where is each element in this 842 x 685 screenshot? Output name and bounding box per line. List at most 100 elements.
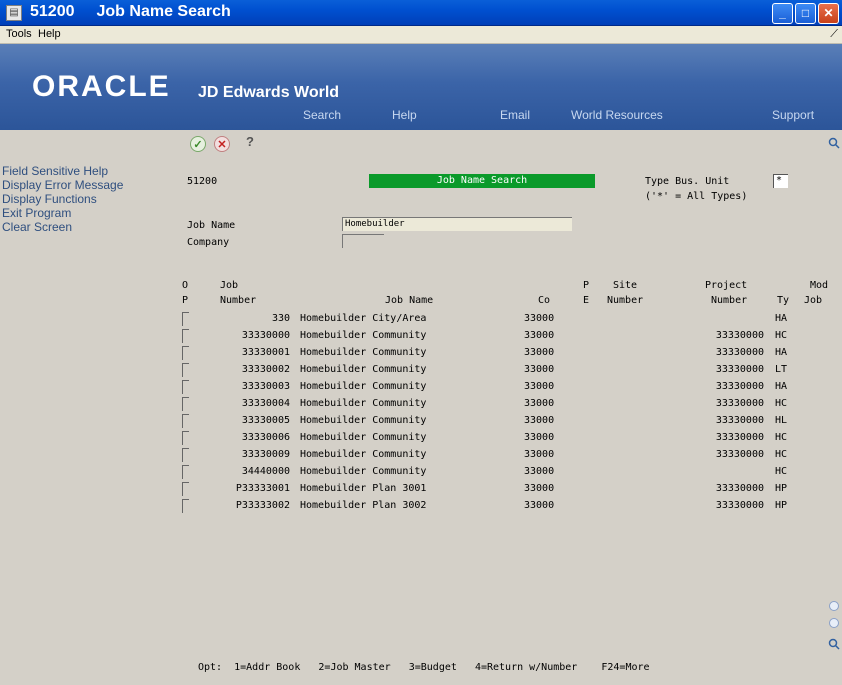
cell-job-number: 33330003 bbox=[241, 381, 290, 392]
cell-type: HA bbox=[775, 347, 788, 358]
table-row[interactable]: 34440000 Homebuilder Community 33000 HC bbox=[170, 464, 842, 481]
option-input[interactable] bbox=[182, 363, 189, 377]
maximize-icon[interactable]: □ bbox=[795, 3, 816, 24]
check-icon[interactable]: ✓ bbox=[190, 136, 206, 152]
cell-project-number: 33330000 bbox=[715, 415, 764, 426]
function-sidebar: Field Sensitive Help Display Error Messa… bbox=[0, 130, 170, 685]
cell-job-name: Homebuilder Community bbox=[300, 330, 427, 341]
col-header-job-name: Job Name bbox=[385, 295, 434, 306]
scroll-down-icon[interactable] bbox=[829, 618, 839, 628]
help-icon[interactable]: ? bbox=[242, 134, 258, 150]
nav-world-resources[interactable]: World Resources bbox=[571, 108, 663, 122]
job-name-label: Job Name bbox=[187, 220, 236, 231]
option-input[interactable] bbox=[182, 431, 189, 445]
cell-company: 33000 bbox=[524, 313, 555, 324]
col-header-op-top: O bbox=[182, 280, 189, 291]
table-row[interactable]: 33330000 Homebuilder Community 33000 333300… bbox=[170, 328, 842, 345]
scroll-up-icon[interactable] bbox=[829, 601, 839, 611]
col-header-pe-top: P bbox=[583, 280, 590, 291]
cell-company: 33000 bbox=[524, 500, 555, 511]
cell-job-name: Homebuilder Community bbox=[300, 398, 427, 409]
table-row[interactable]: P33333002 Homebuilder Plan 3002 33000 33330… bbox=[170, 498, 842, 515]
sidebar-item-error-message[interactable]: Display Error Message bbox=[2, 178, 123, 192]
app-icon[interactable]: ▤ bbox=[6, 5, 22, 21]
option-input[interactable] bbox=[182, 329, 189, 343]
screen-id: 51200 bbox=[187, 176, 218, 187]
cell-job-name: Homebuilder Community bbox=[300, 364, 427, 375]
cell-type: HC bbox=[775, 432, 788, 443]
cell-job-number: 34440000 bbox=[241, 466, 290, 477]
program-title: Job Name Search bbox=[96, 3, 231, 20]
nav-support[interactable]: Support bbox=[772, 108, 814, 122]
cell-company: 33000 bbox=[524, 347, 555, 358]
option-input[interactable] bbox=[182, 448, 189, 462]
product-name: JD Edwards World bbox=[198, 84, 340, 101]
table-row[interactable]: 33330002 Homebuilder Community 33000 333300… bbox=[170, 362, 842, 379]
nav-search[interactable]: Search bbox=[303, 108, 341, 122]
sidebar-item-field-help[interactable]: Field Sensitive Help bbox=[2, 164, 108, 178]
cell-job-name: Homebuilder Community bbox=[300, 432, 427, 443]
cell-company: 33000 bbox=[524, 330, 555, 341]
zoom-icon[interactable] bbox=[828, 638, 840, 650]
nav-help[interactable]: Help bbox=[392, 108, 417, 122]
option-input[interactable] bbox=[182, 346, 189, 360]
option-input[interactable] bbox=[182, 465, 189, 479]
col-header-mod-job: Job bbox=[804, 295, 823, 306]
sidebar-item-display-functions[interactable]: Display Functions bbox=[2, 192, 97, 206]
table-row[interactable]: 33330004 Homebuilder Community 33000 333300… bbox=[170, 396, 842, 413]
option-input[interactable] bbox=[182, 414, 189, 428]
type-bus-unit-hint: ('*' = All Types) bbox=[645, 191, 748, 202]
table-row[interactable]: 33330003 Homebuilder Community 33000 333300… bbox=[170, 379, 842, 396]
cell-project-number: 33330000 bbox=[715, 347, 764, 358]
cell-company: 33000 bbox=[524, 398, 555, 409]
cell-job-name: Homebuilder Community bbox=[300, 449, 427, 460]
option-input[interactable] bbox=[182, 482, 189, 496]
cell-company: 33000 bbox=[524, 466, 555, 477]
oracle-banner: ORACLE JD Edwards World Search Help Emai… bbox=[0, 44, 842, 130]
cell-job-number: 33330009 bbox=[241, 449, 290, 460]
cell-type: HA bbox=[775, 381, 788, 392]
cell-type: HC bbox=[775, 466, 788, 477]
cell-job-number: 33330006 bbox=[241, 432, 290, 443]
col-header-job-number: Number bbox=[220, 295, 257, 306]
cell-company: 33000 bbox=[524, 381, 555, 392]
sidebar-item-clear-screen[interactable]: Clear Screen bbox=[2, 220, 72, 234]
cell-project-number: 33330000 bbox=[715, 330, 764, 341]
job-name-input[interactable]: Homebuilder bbox=[342, 217, 572, 231]
cell-job-name: Homebuilder Community bbox=[300, 381, 427, 392]
type-bus-unit-input[interactable]: * bbox=[773, 174, 788, 188]
option-input[interactable] bbox=[182, 397, 189, 411]
col-header-co: Co bbox=[538, 295, 551, 306]
cell-job-number: 33330005 bbox=[241, 415, 290, 426]
table-row[interactable]: P33333001 Homebuilder Plan 3001 33000 33330… bbox=[170, 481, 842, 498]
table-row[interactable]: 33330005 Homebuilder Community 33000 333300… bbox=[170, 413, 842, 430]
cell-job-name: Homebuilder Community bbox=[300, 347, 427, 358]
option-input[interactable] bbox=[182, 499, 189, 513]
menu-tools[interactable]: Tools bbox=[6, 28, 32, 40]
cell-company: 33000 bbox=[524, 449, 555, 460]
table-row[interactable]: 33330009 Homebuilder Community 33000 333300… bbox=[170, 447, 842, 464]
cell-type: HP bbox=[775, 483, 788, 494]
table-row[interactable]: 33330006 Homebuilder Community 33000 333300… bbox=[170, 430, 842, 447]
cell-type: HA bbox=[775, 313, 788, 324]
col-header-job-top: Job bbox=[220, 280, 239, 291]
close-icon[interactable]: ✕ bbox=[818, 3, 839, 24]
x-icon[interactable]: ✕ bbox=[214, 136, 230, 152]
search-icon[interactable] bbox=[828, 137, 840, 149]
cell-type: HC bbox=[775, 449, 788, 460]
menu-help[interactable]: Help bbox=[38, 28, 61, 40]
option-input[interactable] bbox=[182, 312, 189, 326]
cell-job-name: Homebuilder Plan 3001 bbox=[300, 483, 427, 494]
col-header-pe: E bbox=[583, 295, 590, 306]
sidebar-item-exit-program[interactable]: Exit Program bbox=[2, 206, 71, 220]
option-input[interactable] bbox=[182, 380, 189, 394]
cell-job-number: 33330001 bbox=[241, 347, 290, 358]
nav-email[interactable]: Email bbox=[500, 108, 530, 122]
cell-company: 33000 bbox=[524, 483, 555, 494]
company-input[interactable] bbox=[342, 234, 384, 248]
table-row[interactable]: 33330001 Homebuilder Community 33000 333300… bbox=[170, 345, 842, 362]
minimize-icon[interactable]: _ bbox=[772, 3, 793, 24]
table-row[interactable]: 330 Homebuilder City/Area 33000 HA bbox=[170, 311, 842, 328]
program-code: 51200 bbox=[30, 3, 75, 20]
cell-job-number: 33330004 bbox=[241, 398, 290, 409]
